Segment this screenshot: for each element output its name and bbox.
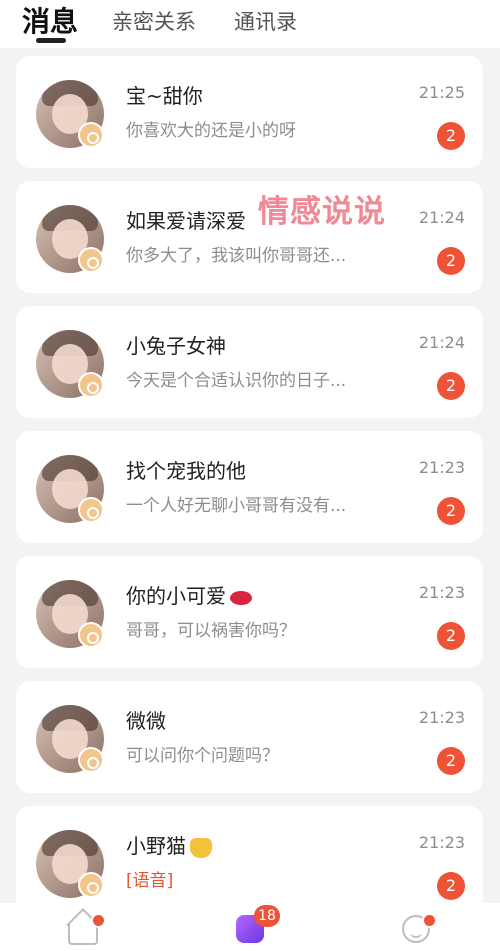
message-time: 21:23 [418,708,465,727]
message-time: 21:23 [418,583,465,602]
bottom-navigation: 18 [0,903,500,951]
unread-badge: 2 [437,747,465,775]
conversation-item[interactable]: 如果爱请深爱 你多大了，我该叫你哥哥还... 21:24 2 [16,181,483,293]
message-preview: 可以问你个问题吗？ [126,746,279,766]
contact-name-text: 小野猫 [126,834,186,858]
conversation-item[interactable]: 小兔子女神 今天是个合适认识你的日子... 21:24 2 [16,306,483,418]
contact-name: 宝~甜你 [126,84,203,108]
nav-messages[interactable]: 18 [230,905,280,947]
conversation-item[interactable]: 宝~甜你 你喜欢大的还是小的呀 21:25 2 [16,56,483,168]
unread-badge: 2 [437,247,465,275]
message-preview: 你多大了，我该叫你哥哥还... [126,246,347,266]
message-preview: 你喜欢大的还是小的呀 [126,121,296,141]
message-time: 21:24 [418,333,465,352]
contact-name-text: 你的小可爱 [126,584,226,608]
cat-emoji-icon [190,837,212,858]
message-preview: [语音] [126,871,174,891]
message-time: 21:24 [418,208,465,227]
contact-name: 如果爱请深爱 [126,209,246,233]
unread-badge: 2 [437,372,465,400]
unread-badge: 2 [437,122,465,150]
female-gender-icon [78,372,104,398]
female-gender-icon [78,747,104,773]
conversation-item[interactable]: 找个宠我的他 一个人好无聊小哥哥有没有... 21:23 2 [16,431,483,543]
lips-emoji-icon [230,590,252,605]
conversation-item[interactable]: 微微 可以问你个问题吗？ 21:23 2 [16,681,483,793]
nav-home[interactable] [63,911,106,947]
contact-name: 你的小可爱 [126,580,252,609]
female-gender-icon [78,622,104,648]
contact-name: 小野猫 [126,830,212,859]
tab-intimate-relations[interactable]: 亲密关系 [112,6,196,36]
tab-contacts[interactable]: 通讯录 [234,6,297,36]
watermark: 情感说说 [258,194,386,230]
unread-badge: 2 [437,622,465,650]
message-time: 21:23 [418,458,465,477]
female-gender-icon [78,122,104,148]
unread-badge: 2 [437,872,465,900]
contact-name: 微微 [126,709,166,733]
conversation-item[interactable]: 你的小可爱 哥哥，可以祸害你吗？ 21:23 2 [16,556,483,668]
contact-name: 找个宠我的他 [126,459,246,483]
conversation-item[interactable]: 小野猫 [语音] 21:23 2 [16,806,483,918]
tab-messages[interactable]: 消息 [22,0,78,40]
unread-badge: 2 [437,497,465,525]
female-gender-icon [78,247,104,273]
message-preview: 一个人好无聊小哥哥有没有... [126,496,347,516]
messages-count-badge: 18 [254,905,280,927]
contact-name: 小兔子女神 [126,334,226,358]
top-tab-bar: 消息 亲密关系 通讯录 [0,0,500,48]
female-gender-icon [78,497,104,523]
message-preview: 今天是个合适认识你的日子... [126,371,347,391]
nav-profile[interactable] [396,911,437,947]
active-tab-indicator [36,38,66,43]
notification-dot [422,913,437,928]
message-preview: 哥哥，可以祸害你吗？ [126,621,296,641]
female-gender-icon [78,872,104,898]
message-time: 21:25 [418,83,465,102]
message-time: 21:23 [418,833,465,852]
notification-dot [91,913,106,928]
